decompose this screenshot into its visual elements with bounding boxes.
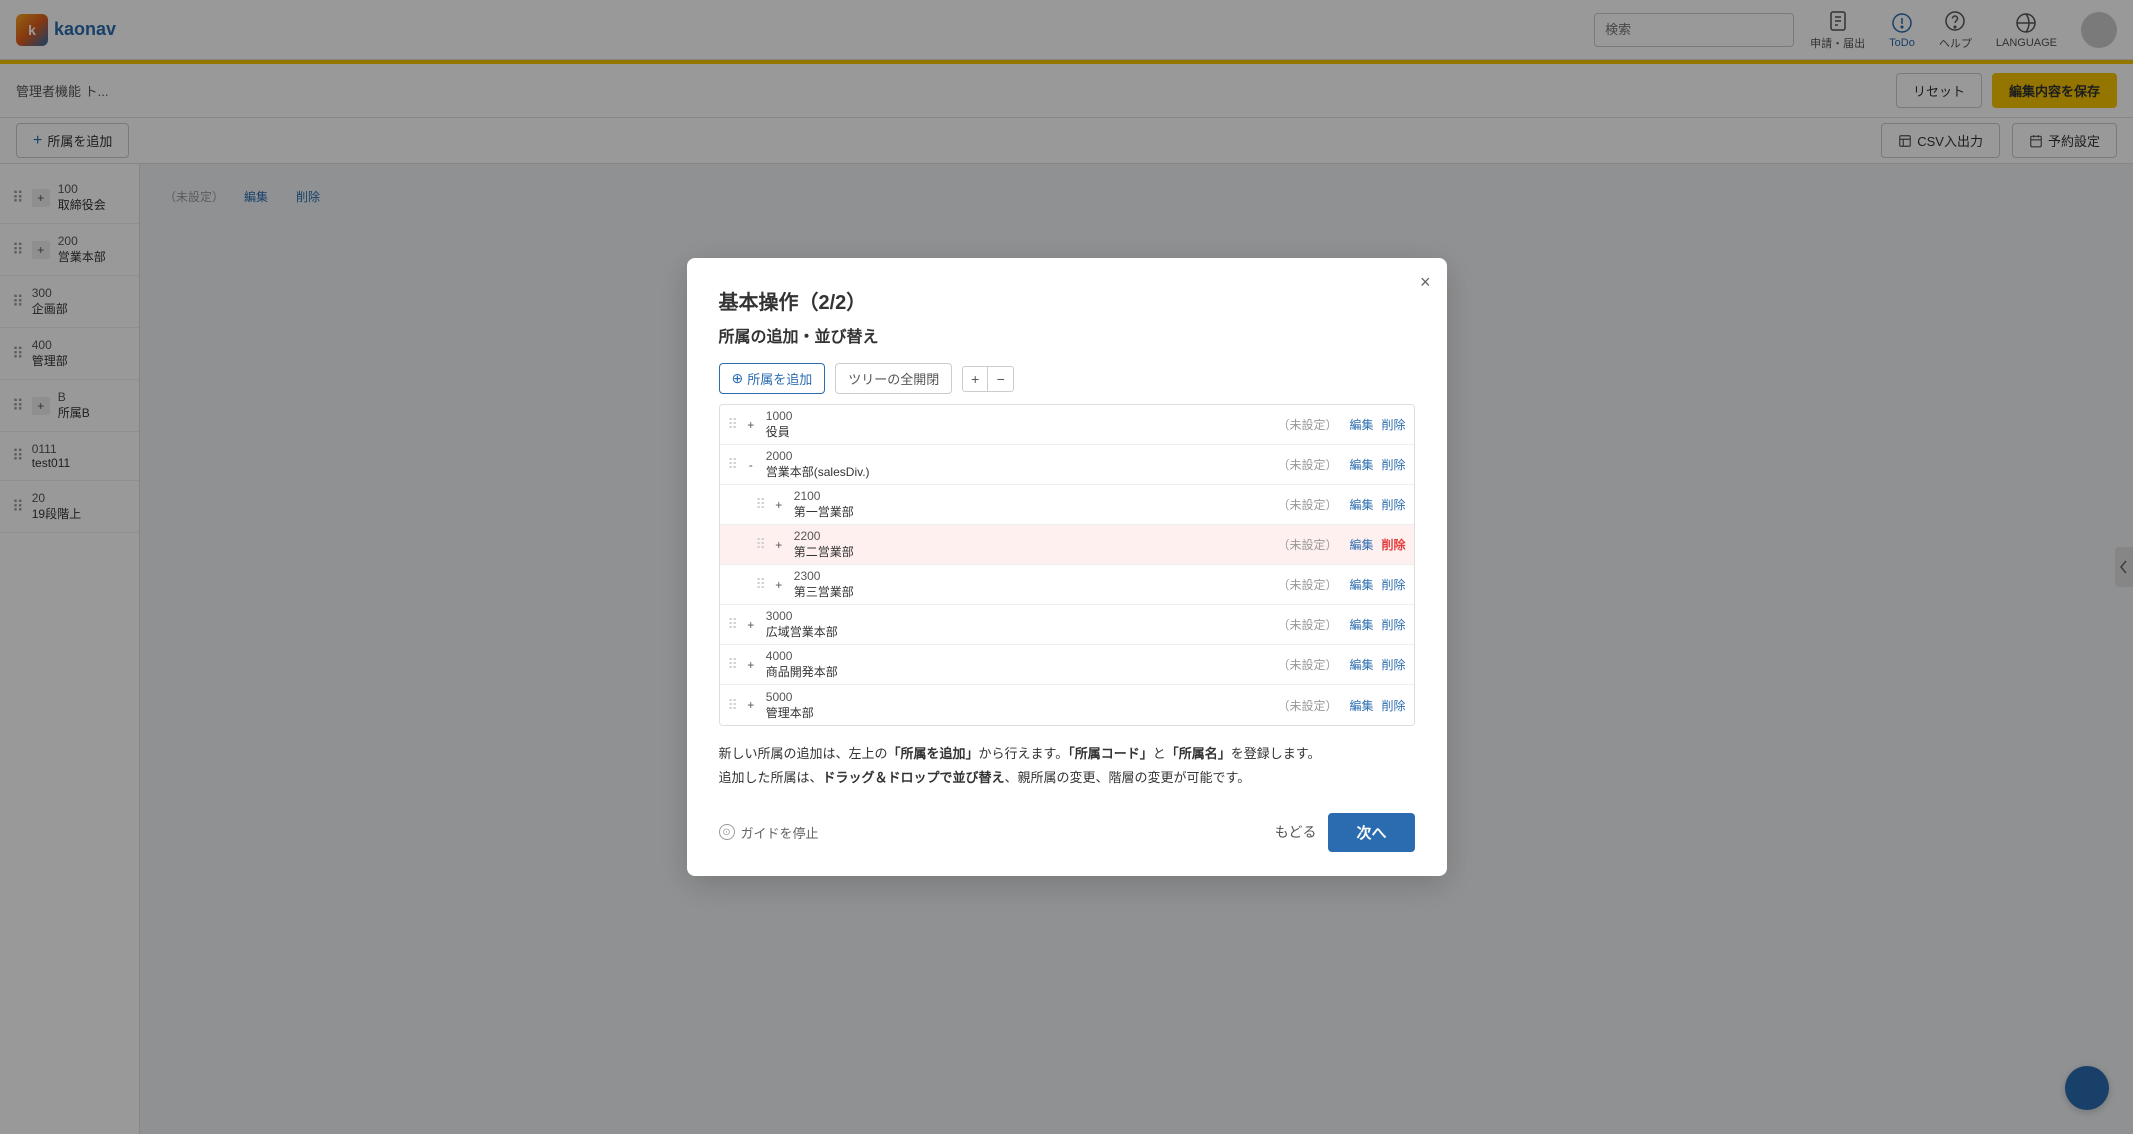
modal-dialog: × 基本操作（2/2） 所属の追加・並び替え ⊕ 所属を追加 ツリーの全開閉 +… [687,258,1447,876]
modal-overlay: × 基本操作（2/2） 所属の追加・並び替え ⊕ 所属を追加 ツリーの全開閉 +… [0,0,2133,1134]
edit-5000[interactable]: 編集 [1349,697,1373,714]
modal-title: 基本操作（2/2） [719,286,1415,315]
drag-icon: ⠿ [728,656,738,673]
drag-icon: ⠿ [728,456,738,473]
dept-row-2100: ⠿ + 2100 第一営業部 （未設定） 編集 削除 [720,485,1414,525]
expand-collapse-group: + − [962,366,1014,392]
dept-row-4000: ⠿ + 4000 商品開発本部 （未設定） 編集 削除 [720,645,1414,685]
expand-5000[interactable]: + [742,696,760,714]
expand-2200[interactable]: + [770,536,788,554]
delete-4000[interactable]: 削除 [1381,656,1405,673]
drag-icon: ⠿ [756,496,766,513]
drag-icon: ⠿ [756,536,766,553]
delete-2000[interactable]: 削除 [1381,456,1405,473]
delete-5000[interactable]: 削除 [1381,697,1405,714]
stop-guide-button[interactable]: ⊙ ガイドを停止 [719,823,819,842]
expand-1000[interactable]: + [742,416,760,434]
edit-1000[interactable]: 編集 [1349,416,1373,433]
dept-table: ⠿ + 1000 役員 （未設定） 編集 削除 ⠿ - 2000 営業本部(sa… [719,404,1415,726]
drag-icon: ⠿ [728,416,738,433]
delete-2100[interactable]: 削除 [1381,496,1405,513]
dept-row-5000: ⠿ + 5000 管理本部 （未設定） 編集 削除 [720,685,1414,725]
dept-row-1000: ⠿ + 1000 役員 （未設定） 編集 削除 [720,405,1414,445]
expand-all-button[interactable]: + [962,366,988,392]
collapse-all-button[interactable]: − [988,366,1014,392]
expand-3000[interactable]: + [742,616,760,634]
modal-nav-buttons: もどる 次へ [1275,813,1415,852]
delete-2200[interactable]: 削除 [1381,536,1405,553]
drag-icon: ⠿ [756,576,766,593]
edit-2000[interactable]: 編集 [1349,456,1373,473]
delete-3000[interactable]: 削除 [1381,616,1405,633]
delete-2300[interactable]: 削除 [1381,576,1405,593]
expand-4000[interactable]: + [742,656,760,674]
dept-table-toolbar: ⊕ 所属を追加 ツリーの全開閉 + − [719,363,1415,394]
edit-2300[interactable]: 編集 [1349,576,1373,593]
dept-row-3000: ⠿ + 3000 広域営業本部 （未設定） 編集 削除 [720,605,1414,645]
expand-2300[interactable]: + [770,576,788,594]
stop-guide-icon: ⊙ [719,824,735,840]
modal-subtitle: 所属の追加・並び替え [719,323,1415,347]
next-button[interactable]: 次へ [1328,813,1414,852]
modal-close-button[interactable]: × [1420,272,1431,293]
edit-2100[interactable]: 編集 [1349,496,1373,513]
drag-icon: ⠿ [728,697,738,714]
edit-4000[interactable]: 編集 [1349,656,1373,673]
tree-toggle-button[interactable]: ツリーの全開閉 [835,363,952,394]
expand-2100[interactable]: + [770,496,788,514]
delete-1000[interactable]: 削除 [1381,416,1405,433]
modal-add-dept-button[interactable]: ⊕ 所属を追加 [719,363,826,394]
edit-2200[interactable]: 編集 [1349,536,1373,553]
dept-row-2300: ⠿ + 2300 第三営業部 （未設定） 編集 削除 [720,565,1414,605]
edit-3000[interactable]: 編集 [1349,616,1373,633]
modal-description: 新しい所属の追加は、左上の「所属を追加」から行えます。「所属コード」と「所属名」… [719,742,1415,789]
dept-row-2200: ⠿ + 2200 第二営業部 （未設定） 編集 削除 [720,525,1414,565]
back-button[interactable]: もどる [1275,822,1317,842]
expand-2000[interactable]: - [742,456,760,474]
drag-icon: ⠿ [728,616,738,633]
modal-footer: ⊙ ガイドを停止 もどる 次へ [719,813,1415,852]
dept-row-2000: ⠿ - 2000 営業本部(salesDiv.) （未設定） 編集 削除 [720,445,1414,485]
